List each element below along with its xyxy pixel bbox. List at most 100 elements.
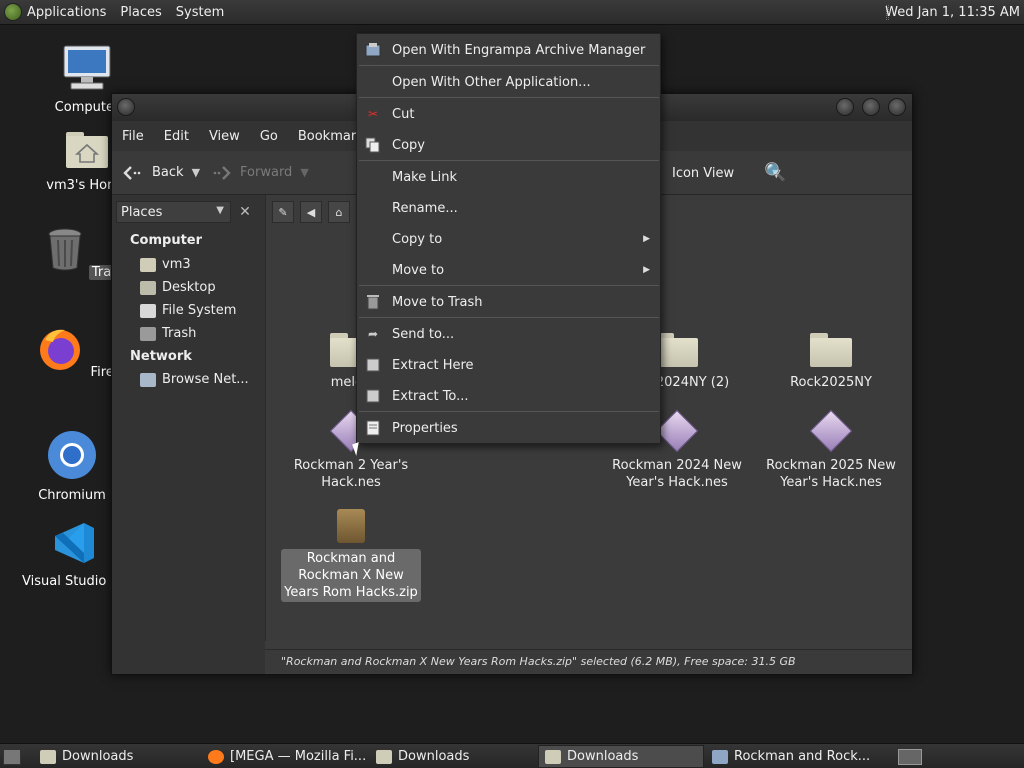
file-item[interactable]: Rockman and Rockman X New Years Rom Hack…	[281, 509, 421, 602]
file-label: Rockman and Rockman X New Years Rom Hack…	[281, 549, 421, 602]
home-path-button[interactable]: ⌂	[328, 201, 350, 223]
sidebar-item-desktop[interactable]: Desktop	[140, 280, 216, 295]
vscode-icon	[55, 523, 94, 563]
trash-icon	[140, 326, 156, 341]
computer-icon	[63, 45, 111, 90]
folder-icon	[656, 333, 698, 367]
menu-item-copy-to[interactable]: Copy to ▶	[357, 225, 660, 253]
taskbar-item[interactable]: Downloads	[370, 745, 535, 768]
back-arrow-icon	[123, 165, 141, 180]
show-desktop-button[interactable]	[3, 749, 21, 765]
taskbar-item-label: Downloads	[567, 749, 639, 764]
back-history-dropdown[interactable]: ▼	[192, 166, 200, 179]
bottom-taskbar: Downloads [MEGA — Mozilla Fi... Download…	[0, 743, 1024, 768]
sidebar-heading-computer: Computer	[130, 233, 203, 248]
sidebar-item-label: Browse Net...	[162, 372, 249, 387]
extract-icon	[365, 357, 381, 373]
path-left-arrow-icon[interactable]: ◀	[300, 201, 322, 223]
folder-icon	[545, 749, 561, 764]
search-icon[interactable]: 🔍	[764, 162, 786, 183]
back-button[interactable]: Back	[112, 165, 194, 181]
file-item[interactable]: Rock2025NY	[761, 333, 901, 392]
places-selector[interactable]: Places ▼	[116, 201, 231, 223]
forward-history-dropdown[interactable]: ▼	[300, 166, 308, 179]
menu-item-open-with-engrampa[interactable]: Open With Engrampa Archive Manager	[357, 36, 660, 64]
close-button[interactable]	[888, 98, 906, 116]
taskbar-item-label: Rockman and Rock...	[734, 749, 871, 764]
forward-button[interactable]: Forward	[200, 165, 302, 181]
menu-item-extract-to[interactable]: Extract To...	[357, 382, 660, 410]
menu-item-label: Send to...	[392, 326, 455, 342]
submenu-arrow-icon: ▶	[643, 234, 650, 244]
file-label: Rock2025NY	[790, 375, 872, 390]
window-menu-button[interactable]	[117, 98, 135, 116]
chromium-icon	[48, 431, 96, 479]
taskbar-item[interactable]: Rockman and Rock...	[706, 745, 872, 768]
menu-item-cut[interactable]: ✂ Cut	[357, 100, 660, 128]
applications-menu[interactable]: Applications	[0, 0, 113, 25]
top-panel-menus: Applications Places System	[0, 0, 231, 24]
menu-item-move-to[interactable]: Move to ▶	[357, 256, 660, 284]
firefox-icon	[40, 329, 81, 370]
taskbar-item[interactable]: [MEGA — Mozilla Fi...	[202, 745, 367, 768]
mate-logo-icon	[4, 3, 22, 21]
menu-item-label: Rename...	[392, 200, 458, 216]
desktop-folder-icon	[140, 280, 156, 295]
sidebar-heading-network: Network	[130, 349, 192, 364]
taskbar-item[interactable]: Downloads	[34, 745, 199, 768]
file-item[interactable]: Rockman 2025 New Year's Hack.nes	[761, 409, 901, 492]
folder-icon	[376, 749, 392, 764]
menu-view[interactable]: View	[199, 129, 250, 144]
sidebar-item-trash[interactable]: Trash	[140, 326, 196, 341]
folder-icon	[810, 333, 852, 367]
menu-item-extract-here[interactable]: Extract Here	[357, 351, 660, 379]
clock[interactable]: Wed Jan 1, 11:35 AM	[885, 0, 1020, 25]
menu-item-send-to[interactable]: ➦ Send to...	[357, 320, 660, 348]
menu-item-rename[interactable]: Rename...	[357, 194, 660, 222]
view-mode-label: Icon View	[672, 165, 735, 181]
folder-icon	[40, 749, 56, 764]
sidebar-item-label: Desktop	[162, 280, 216, 295]
menu-go[interactable]: Go	[250, 129, 288, 144]
menu-item-move-to-trash[interactable]: Move to Trash	[357, 288, 660, 316]
applications-menu-label: Applications	[27, 4, 107, 20]
firefox-icon	[208, 749, 224, 764]
menu-item-open-with-other[interactable]: Open With Other Application...	[357, 68, 660, 96]
copy-icon	[365, 137, 381, 153]
menu-item-label: Move to Trash	[392, 294, 483, 310]
menu-edit[interactable]: Edit	[154, 129, 199, 144]
menu-item-label: Copy to	[392, 231, 443, 247]
menu-file[interactable]: File	[112, 129, 154, 144]
menu-item-label: Copy	[392, 137, 425, 153]
close-sidebar-icon[interactable]: ✕	[234, 201, 256, 223]
properties-icon	[365, 420, 381, 436]
minimize-button[interactable]	[836, 98, 854, 116]
sidebar-item-vm3[interactable]: vm3	[140, 257, 191, 272]
places-menu[interactable]: Places	[113, 0, 168, 25]
sidebar-item-file-system[interactable]: File System	[140, 303, 236, 318]
drive-icon	[140, 303, 156, 318]
sidebar-item-browse-network[interactable]: Browse Net...	[140, 372, 249, 387]
sidebar-item-label: Trash	[162, 326, 197, 341]
maximize-button[interactable]	[862, 98, 880, 116]
workspace-switcher[interactable]	[898, 749, 922, 765]
sidebar-item-label: vm3	[162, 257, 191, 272]
menu-item-make-link[interactable]: Make Link	[357, 163, 660, 191]
scissors-icon: ✂	[367, 107, 379, 121]
system-menu[interactable]: System	[169, 0, 231, 25]
taskbar-item-label: [MEGA — Mozilla Fi...	[230, 749, 367, 764]
menu-separator	[359, 65, 659, 66]
forward-arrow-icon	[213, 165, 231, 180]
taskbar-item-active[interactable]: Downloads	[538, 745, 704, 768]
archive-manager-icon	[712, 749, 728, 764]
taskbar-item-label: Downloads	[398, 749, 470, 764]
edit-location-icon[interactable]: ✎	[272, 201, 294, 223]
rom-file-icon	[809, 409, 853, 453]
top-panel: Applications Places System Wed Jan 1, 11…	[0, 0, 1024, 25]
desktop-icon-label: Chromium	[38, 488, 106, 503]
menu-item-copy[interactable]: Copy	[357, 131, 660, 159]
rom-file-icon	[655, 409, 699, 453]
home-folder-icon	[140, 257, 156, 272]
sidebar-item-label: File System	[162, 303, 237, 318]
menu-item-properties[interactable]: Properties	[357, 414, 660, 442]
